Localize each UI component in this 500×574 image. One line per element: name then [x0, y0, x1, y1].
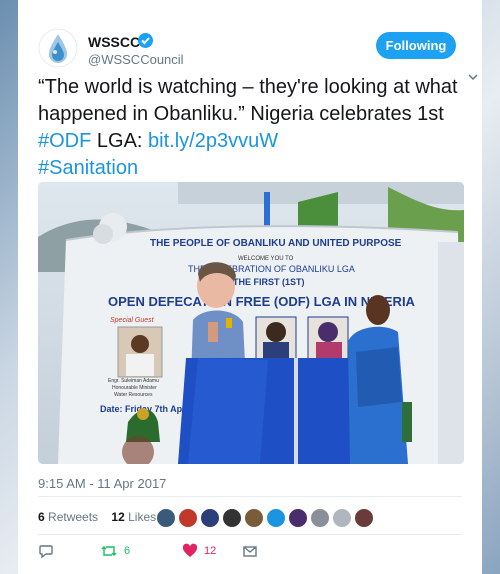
banner-line-1: THE PEOPLE OF OBANLIKU AND UNITED PURPOS… — [150, 238, 402, 249]
likes-label[interactable]: Likes — [128, 510, 156, 524]
verified-icon — [138, 33, 153, 48]
liker-avatar[interactable] — [244, 508, 264, 528]
tweet-photo[interactable]: THE PEOPLE OF OBANLIKU AND UNITED PURPOS… — [38, 182, 464, 464]
like-button[interactable]: 12 — [182, 543, 232, 561]
liker-avatar[interactable] — [288, 508, 308, 528]
direct-message-button[interactable] — [242, 543, 262, 561]
tweet-text-part: “The world is watching – they're looking… — [38, 76, 458, 125]
photo-scene: THE PEOPLE OF OBANLIKU AND UNITED PURPOS… — [38, 182, 464, 464]
url-link[interactable]: bit.ly/2p3vvuW — [148, 130, 278, 152]
tweet-text: “The world is watching – they're looking… — [38, 74, 468, 182]
heart-icon — [182, 543, 198, 557]
retweets-count[interactable]: 6 — [38, 510, 45, 524]
liker-avatar[interactable] — [178, 508, 198, 528]
hashtag-odf-link[interactable]: #ODF — [38, 130, 91, 152]
chevron-down-icon[interactable] — [466, 70, 480, 84]
tweet-timestamp[interactable]: 9:15 AM - 11 Apr 2017 — [38, 476, 166, 491]
avatar[interactable] — [38, 28, 78, 68]
reply-button[interactable] — [38, 543, 62, 561]
divider — [38, 534, 462, 535]
liker-avatar[interactable] — [354, 508, 374, 528]
reply-icon — [39, 545, 53, 559]
display-name[interactable]: WSSCC — [88, 34, 140, 50]
retweet-icon — [101, 546, 117, 556]
liker-avatar[interactable] — [222, 508, 242, 528]
retweets-label[interactable]: Retweets — [48, 510, 98, 524]
tweet-actions: 6 12 — [38, 543, 462, 561]
dm-icon — [243, 546, 257, 557]
retweet-button[interactable]: 6 — [100, 543, 150, 561]
tweet-header: WSSCC @WSSCCouncil Following — [38, 28, 478, 81]
liker-avatar[interactable] — [156, 508, 176, 528]
tweet-card: WSSCC @WSSCCouncil Following “The world … — [18, 0, 482, 574]
liker-avatar[interactable] — [266, 508, 286, 528]
liker-avatar[interactable] — [332, 508, 352, 528]
banner-line-2: WELCOME YOU TO — [238, 256, 294, 262]
tweet-text-part: LGA: — [91, 130, 149, 152]
banner-guest-title: Honourable Minister — [112, 385, 157, 391]
likes-count[interactable]: 12 — [111, 510, 124, 524]
divider — [38, 496, 462, 497]
banner-guest-ministry: Water Resources — [114, 392, 153, 398]
like-action-count: 12 — [204, 545, 217, 557]
banner-special-guest: Special Guest — [110, 317, 155, 324]
retweet-action-count: 6 — [124, 545, 131, 557]
liker-avatar[interactable] — [310, 508, 330, 528]
user-handle[interactable]: @WSSCCouncil — [88, 52, 184, 67]
banner-guest-name: Engr. Suleiman Adamu — [108, 378, 159, 384]
engagement-stats: 6 Retweets 12 Likes — [38, 510, 156, 524]
liker-avatar[interactable] — [200, 508, 220, 528]
following-button[interactable]: Following — [376, 32, 456, 59]
hashtag-sanitation-link[interactable]: #Sanitation — [38, 157, 138, 179]
